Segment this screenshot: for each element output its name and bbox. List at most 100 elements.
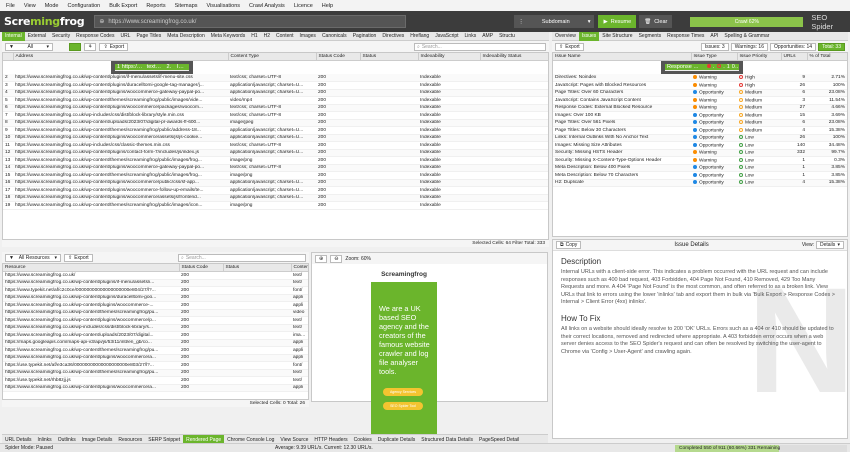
menu-item-configuration[interactable]: Configuration	[67, 3, 100, 9]
table-row[interactable]: Response Codes: Internal Client Error (4…	[661, 61, 743, 74]
table-row[interactable]: 6 https://www.screamingfrog.co.uk/wp-cont…	[3, 104, 548, 112]
table-row[interactable]: https://www.screamingfrog.co.uk/200 text/	[3, 271, 308, 280]
table-row[interactable]: 8 https://www.screamingfrog.co.uk/wp-cont…	[3, 119, 548, 127]
table-row[interactable]: 2 https://www.screamingfrog.co.uk/wp-cont…	[3, 74, 548, 82]
tab-javascript[interactable]: JavaScript	[432, 32, 461, 41]
menu-item-bulk-export[interactable]: Bulk Export	[109, 3, 137, 9]
resources-export-button[interactable]: ⇪ Export	[64, 253, 93, 262]
mode-select[interactable]: ⋮ Subdomain ▾	[514, 15, 595, 28]
menu-item-crawl-analysis[interactable]: Crawl Analysis	[249, 3, 285, 9]
column-header[interactable]: Status Code	[316, 53, 361, 61]
tab-structu[interactable]: Structu	[496, 32, 518, 41]
tab-site-structure[interactable]: Site Structure	[599, 32, 635, 41]
table-row[interactable]: Page Titles: Below 30 Characters Opportun…	[553, 126, 847, 135]
table-row[interactable]: 4 https://www.screamingfrog.co.uk/wp-cont…	[3, 89, 548, 97]
zoom-in-icon[interactable]: ⊕	[315, 254, 328, 263]
tab-h2[interactable]: H2	[261, 32, 273, 41]
table-row[interactable]: https://www.screamingfrog.co.uk/wp-conte…	[3, 301, 308, 310]
issues-export-button[interactable]: ⇪ Export	[555, 42, 584, 51]
resources-search-input[interactable]: ⌕ Search...	[178, 253, 306, 262]
table-row[interactable]: Response Codes: External Blocked Resourc…	[553, 104, 847, 112]
table-row[interactable]: 12 https://www.screamingfrog.co.uk/wp-con…	[3, 149, 548, 157]
search-input[interactable]: ⌕ Search...	[414, 42, 546, 51]
column-header[interactable]: Indexability	[418, 53, 481, 61]
column-header[interactable]: Address	[13, 53, 229, 61]
tab-segments[interactable]: Segments	[636, 32, 665, 41]
table-row[interactable]: 16 https://www.screamingfrog.co.uk/wp-con…	[3, 179, 548, 187]
menu-item-view[interactable]: View	[24, 3, 36, 9]
table-row[interactable]: Security: Missing X-Content-Type-Options…	[553, 156, 847, 165]
table-row[interactable]: https://www.screamingfrog.co.uk/wp-conte…	[3, 384, 308, 392]
table-row[interactable]: 1https://www.screamingfrog.co.uk/text/ht…	[111, 61, 193, 74]
column-header[interactable]: Resource	[3, 264, 180, 272]
copy-button[interactable]: ⧉ Copy	[556, 241, 582, 249]
table-row[interactable]: 7 https://www.screamingfrog.co.uk/wp-incl…	[3, 111, 548, 120]
table-row[interactable]: https://www.screamingfrog.co.uk/wp-conte…	[3, 294, 308, 302]
table-row[interactable]: Links: Internal Outlinks With No Anchor …	[553, 134, 847, 142]
table-row[interactable]: https://www.screamingfrog.co.uk/wp-conte…	[3, 316, 308, 325]
clear-button[interactable]: 🗑 Clear	[639, 15, 673, 28]
column-header[interactable]: Status	[223, 264, 292, 272]
table-row[interactable]: Meta Description: Below 400 Pixels Opport…	[553, 164, 847, 172]
agency-services-button[interactable]: Agency Services	[383, 388, 423, 396]
table-row[interactable]: 14 https://www.screamingfrog.co.uk/wp-con…	[3, 164, 548, 172]
tab-meta-keywords[interactable]: Meta Keywords	[208, 32, 248, 41]
table-row[interactable]: 13 https://www.screamingfrog.co.uk/wp-con…	[3, 156, 548, 165]
list-view-button[interactable]	[69, 42, 81, 51]
table-row[interactable]: https://www.screamingfrog.co.uk/wp-inclu…	[3, 324, 308, 332]
menu-item-visualisations[interactable]: Visualisations	[207, 3, 241, 9]
column-header[interactable]: Status	[360, 53, 419, 61]
menu-item-file[interactable]: File	[6, 3, 15, 9]
tab-hreflang[interactable]: Hreflang	[407, 32, 432, 41]
tab-url[interactable]: URL	[117, 32, 133, 41]
table-row[interactable]: Directives: Noindex Warning High 9 2.71%	[553, 74, 847, 82]
table-row[interactable]: 11 https://www.screamingfrog.co.uk/wp-inc…	[3, 141, 548, 150]
table-row[interactable]: https://maps.googleapis.com/maps-api-v3/…	[3, 339, 308, 347]
tab-spelling-grammar[interactable]: Spelling & Grammar	[721, 32, 772, 41]
table-row[interactable]: https://www.screamingfrog.co.uk/wp-conte…	[3, 309, 308, 317]
table-row[interactable]: 3 https://www.screamingfrog.co.uk/wp-cont…	[3, 81, 548, 90]
tab-directives[interactable]: Directives	[379, 32, 407, 41]
column-header[interactable]: % of Total	[807, 53, 847, 61]
column-header[interactable]: Content Type	[228, 53, 317, 61]
tab-response-codes[interactable]: Response Codes	[73, 32, 117, 41]
table-row[interactable]: Meta Description: Below 70 Characters Opp…	[553, 171, 847, 180]
table-row[interactable]: Page Titles: Over 60 Characters Opportuni…	[553, 89, 847, 97]
menu-item-reports[interactable]: Reports	[146, 3, 165, 9]
tab-h1[interactable]: H1	[248, 32, 260, 41]
tab-canonicals[interactable]: Canonicals	[319, 32, 350, 41]
tab-security[interactable]: Security	[49, 32, 73, 41]
menu-item-help[interactable]: Help	[322, 3, 333, 9]
table-row[interactable]: https://www.screamingfrog.co.uk/wp-conte…	[3, 369, 308, 377]
tab-meta-description[interactable]: Meta Description	[164, 32, 208, 41]
resources-filter-select[interactable]: ▼ All Resources ▾	[5, 253, 61, 262]
table-row[interactable]: Images: Missing Size Attributes Opportuni…	[553, 141, 847, 150]
table-row[interactable]: Security: Missing HSTS Header Warning Low 3…	[553, 149, 847, 157]
tab-images[interactable]: Images	[297, 32, 319, 41]
table-row[interactable]: JavaScript: Contains JavaScript Content W…	[553, 96, 847, 105]
tab-api[interactable]: API	[707, 32, 721, 41]
tab-amp[interactable]: AMP	[479, 32, 496, 41]
tab-page-titles[interactable]: Page Titles	[133, 32, 164, 41]
column-header[interactable]: URLs	[781, 53, 808, 61]
table-row[interactable]: Images: Over 100 KB Opportunity Medium 15 3.…	[553, 111, 847, 120]
tab-overview[interactable]: Overview	[552, 32, 579, 41]
url-input[interactable]: ⊕ https://www.screamingfrog.co.uk/	[94, 15, 407, 28]
table-row[interactable]: https://use.typekit.net/rhb8zjj.js 200 tex…	[3, 376, 308, 385]
column-header[interactable]: Issue Priority	[737, 53, 782, 61]
view-select[interactable]: Details ▾	[815, 241, 844, 249]
tab-response-times[interactable]: Response Times	[664, 32, 707, 41]
column-header[interactable]: Issue Type	[691, 53, 738, 61]
resume-button[interactable]: ▶ Resume	[598, 15, 637, 28]
tab-pagination[interactable]: Pagination	[350, 32, 380, 41]
tab-issues[interactable]: Issues	[578, 31, 600, 41]
table-row[interactable]: 15 https://www.screamingfrog.co.uk/wp-con…	[3, 171, 548, 180]
menu-item-mode[interactable]: Mode	[45, 3, 59, 9]
tab-links[interactable]: Links	[462, 32, 480, 41]
table-row[interactable]: https://www.screamingfrog.co.uk/wp-conte…	[3, 354, 308, 362]
table-row[interactable]: https://www.screamingfrog.co.uk/wp-conte…	[3, 279, 308, 287]
column-header[interactable]	[3, 53, 14, 61]
table-row[interactable]: 10 https://www.screamingfrog.co.uk/wp-con…	[3, 134, 548, 142]
seo-spider-tool-button[interactable]: SEO Spider Tool	[383, 402, 423, 410]
menu-item-sitemaps[interactable]: Sitemaps	[175, 3, 198, 9]
